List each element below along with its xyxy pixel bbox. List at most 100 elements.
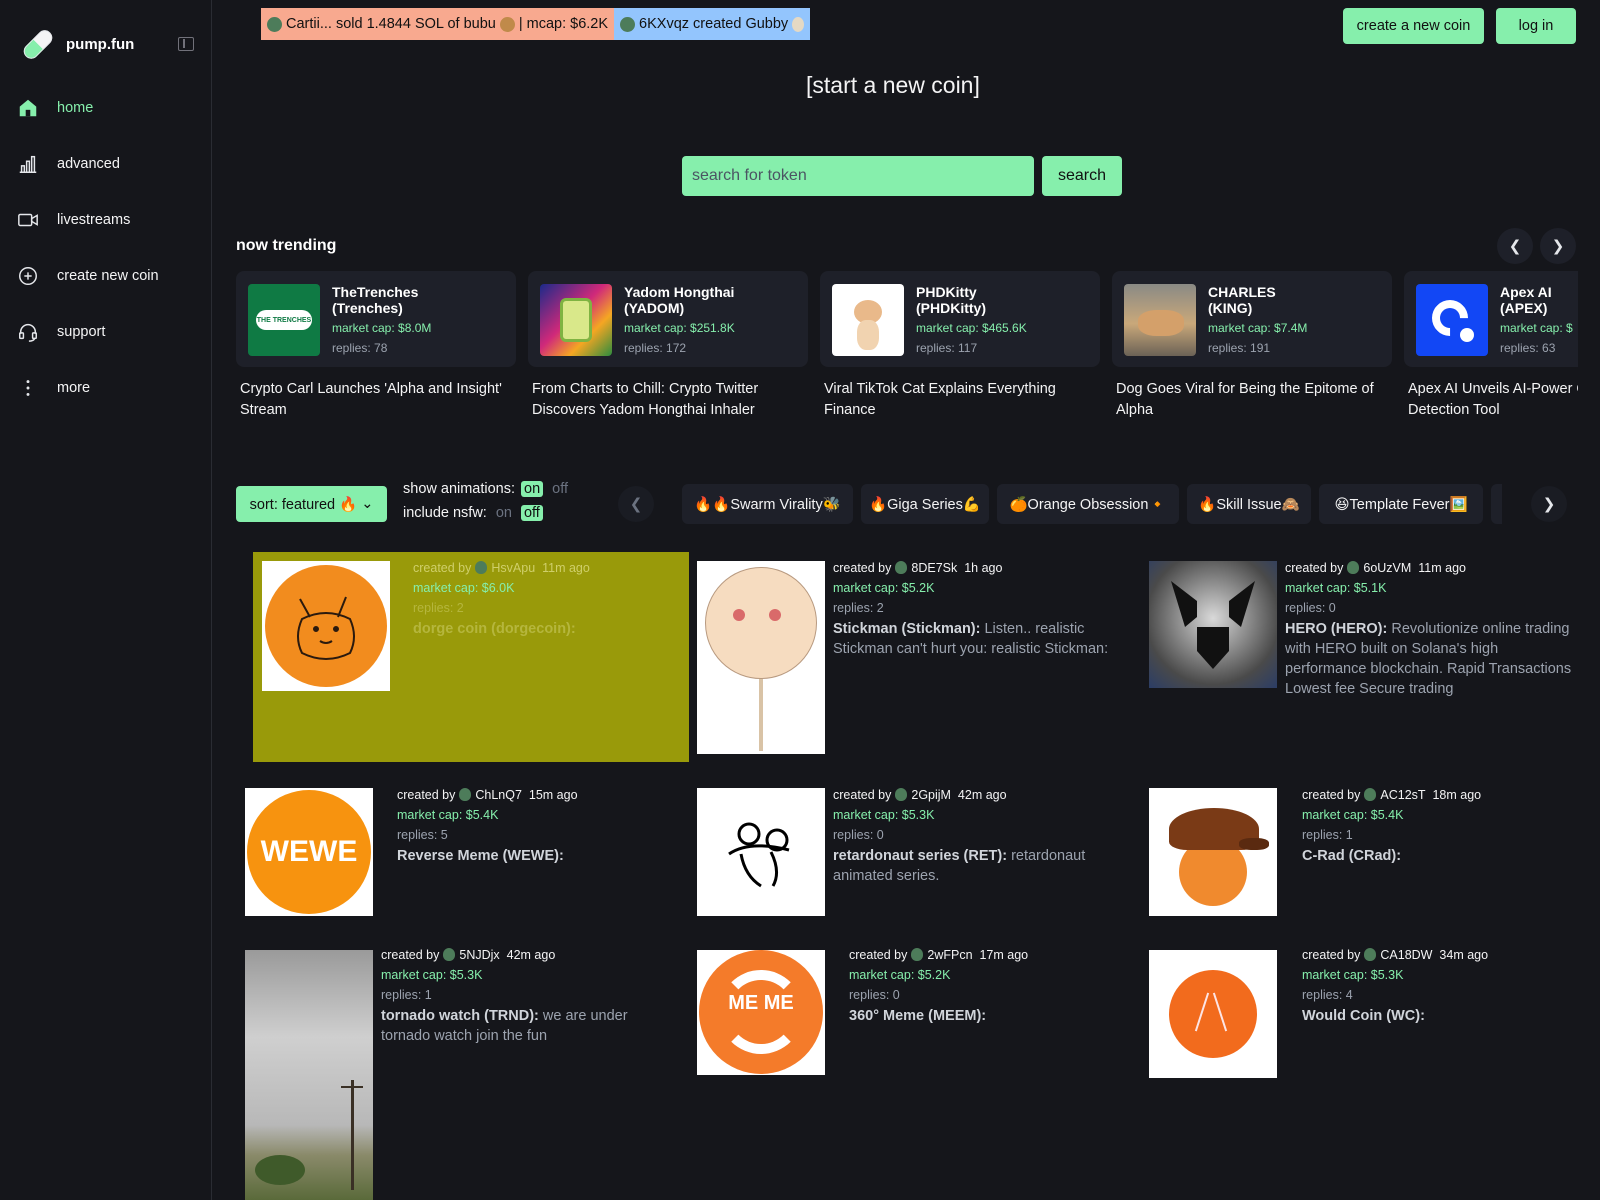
- coin-age: 34m ago: [1439, 948, 1489, 962]
- trending-next-button[interactable]: ❯: [1540, 228, 1576, 264]
- trending-prev-button[interactable]: ❮: [1497, 228, 1533, 264]
- sidebar-collapse-icon[interactable]: [178, 37, 194, 51]
- creator-name[interactable]: 8DE7Sk: [911, 561, 957, 575]
- chevron-left-icon: ❮: [1508, 238, 1522, 255]
- coin-image: [1124, 284, 1196, 356]
- creator-name[interactable]: 2wFPcn: [927, 948, 972, 962]
- coin-image: [1149, 561, 1277, 688]
- sidebar-item-create[interactable]: create new coin: [0, 248, 212, 304]
- nsfw-off-option[interactable]: off: [520, 505, 543, 521]
- sidebar-item-home[interactable]: home: [0, 80, 212, 136]
- tag-chip[interactable]: 🔥🔥Swarm Virality🐝: [682, 484, 853, 524]
- tags-prev-button[interactable]: ❮: [618, 486, 654, 522]
- frog-avatar-icon: [911, 948, 924, 961]
- ticker-sell-text: Cartii... sold 1.4844 SOL of bubu: [286, 16, 496, 32]
- coin-image: ME ME: [697, 950, 825, 1075]
- sidebar-item-support[interactable]: support: [0, 304, 212, 360]
- trending-card[interactable]: PHDKitty (PHDKitty) market cap: $465.6K r…: [820, 271, 1100, 421]
- sort-label: sort: featured 🔥: [249, 496, 358, 513]
- ticker-sell-mcap: | mcap: $6.2K: [518, 16, 609, 32]
- reply-count: replies: 1: [381, 988, 432, 1002]
- created-by-label: created by: [849, 948, 908, 962]
- coin-title: 360° Meme (MEEM):: [849, 1008, 987, 1024]
- activity-ticker[interactable]: Cartii... sold 1.4844 SOL of bubu | mcap…: [261, 8, 811, 40]
- creator-name[interactable]: ChLnQ7: [475, 788, 522, 802]
- sidebar-item-more[interactable]: more: [0, 360, 212, 416]
- dots-vertical-icon: [17, 377, 39, 399]
- market-cap: market cap: $5.4K: [397, 808, 499, 822]
- creator-name[interactable]: 6oUzVM: [1363, 561, 1411, 575]
- nsfw-toggle: include nsfw: on off: [403, 505, 543, 521]
- sidebar-item-advanced[interactable]: advanced: [0, 136, 212, 192]
- market-cap: market cap: $5.3K: [1302, 968, 1404, 982]
- trending-card[interactable]: Apex AI (APEX) market cap: $ replies: 63 …: [1404, 271, 1578, 421]
- sidebar-item-label: livestreams: [57, 212, 131, 228]
- market-cap: market cap: $6.0K: [413, 581, 515, 595]
- start-new-coin-link[interactable]: [start a new coin]: [806, 72, 980, 99]
- sidebar-item-label: create new coin: [57, 268, 159, 284]
- search-input[interactable]: [682, 156, 1034, 196]
- creator-name[interactable]: AC12sT: [1380, 788, 1425, 802]
- trend-headline[interactable]: Apex AI Unveils AI-Power Cancer Detectio…: [1404, 379, 1578, 421]
- animations-label: show animations:: [403, 481, 516, 497]
- coin-ticker: (PHDKitty): [916, 300, 986, 316]
- coin-avatar-icon: [499, 16, 515, 32]
- ticker-sell[interactable]: Cartii... sold 1.4844 SOL of bubu | mcap…: [261, 8, 615, 40]
- sidebar-item-label: advanced: [57, 156, 120, 172]
- search-button[interactable]: search: [1042, 156, 1122, 196]
- creator-name[interactable]: 5NJDjx: [459, 948, 499, 962]
- tag-chip[interactable]: 🔥Giga Series💪: [861, 484, 989, 524]
- trend-headline[interactable]: Dog Goes Viral for Being the Epitome of …: [1112, 379, 1392, 421]
- create-coin-button[interactable]: create a new coin: [1343, 8, 1484, 44]
- coin-title: Would Coin (WC):: [1302, 1008, 1425, 1024]
- creator-name[interactable]: 2GpijM: [911, 788, 951, 802]
- sort-dropdown[interactable]: sort: featured 🔥 ⌄: [236, 486, 387, 522]
- frog-avatar-icon: [895, 788, 908, 801]
- coin-age: 11m ago: [542, 561, 590, 575]
- trend-headline[interactable]: Crypto Carl Launches 'Alpha and Insight'…: [236, 379, 516, 421]
- headset-icon: [17, 321, 39, 343]
- chevron-down-icon: ⌄: [361, 496, 374, 512]
- trend-headline[interactable]: From Charts to Chill: Crypto Twitter Dis…: [528, 379, 808, 421]
- tags-next-button[interactable]: ❯: [1531, 486, 1567, 522]
- trending-carousel: THE TRENCHES TheTrenches (Trenches) marke…: [236, 271, 1578, 431]
- market-cap: market cap: $251.8K: [624, 321, 735, 335]
- chart-icon: [17, 153, 39, 175]
- created-by-label: created by: [397, 788, 456, 802]
- coin-name: TheTrenches: [332, 284, 419, 300]
- tag-chip[interactable]: 🔥Skill Issue🙈: [1187, 484, 1311, 524]
- reply-count: replies: 0: [1285, 601, 1336, 615]
- coin-image: [697, 788, 825, 916]
- ticker-create[interactable]: 6KXvqz created Gubby: [614, 8, 811, 40]
- frog-avatar-icon: [1347, 561, 1360, 574]
- creator-name[interactable]: CA18DW: [1380, 948, 1432, 962]
- coin-ticker: (YADOM): [624, 300, 685, 316]
- animations-on-option[interactable]: on: [521, 481, 544, 497]
- reply-count: replies: 172: [624, 341, 687, 355]
- frog-avatar-icon: [1364, 948, 1377, 961]
- tag-chip[interactable]: 🍊Orange Obsession🔸: [997, 484, 1179, 524]
- pill-logo-icon: [20, 27, 56, 62]
- nsfw-on-option[interactable]: on: [493, 505, 515, 521]
- tag-chip[interactable]: 😆Template Fever🖼️: [1319, 484, 1483, 524]
- sidebar: pump.fun home advanced livestreams creat…: [0, 0, 212, 1200]
- brand-name: pump.fun: [66, 35, 135, 53]
- animations-off-option[interactable]: off: [549, 481, 571, 497]
- coin-title: C-Rad (CRad):: [1302, 848, 1402, 864]
- trending-card[interactable]: CHARLES (KING) market cap: $7.4M replies:…: [1112, 271, 1392, 421]
- trending-card[interactable]: Yadom Hongthai (YADOM) market cap: $251.8…: [528, 271, 808, 421]
- frog-avatar-icon: [620, 16, 636, 32]
- trend-headline[interactable]: Viral TikTok Cat Explains Everything Fin…: [820, 379, 1100, 421]
- creator-name[interactable]: HsvApu: [491, 561, 535, 575]
- login-button[interactable]: log in: [1496, 8, 1576, 44]
- sidebar-item-livestreams[interactable]: livestreams: [0, 192, 212, 248]
- chevron-left-icon: ❮: [629, 496, 643, 513]
- coin-age: 42m ago: [506, 948, 556, 962]
- tag-chip[interactable]: [1491, 484, 1502, 524]
- trending-card[interactable]: THE TRENCHES TheTrenches (Trenches) marke…: [236, 271, 516, 421]
- coin-image: [1149, 788, 1277, 916]
- brand[interactable]: pump.fun: [20, 27, 135, 62]
- market-cap: market cap: $8.0M: [332, 321, 432, 335]
- coin-age: 1h ago: [964, 561, 1003, 575]
- chevron-right-icon: ❯: [1542, 496, 1556, 513]
